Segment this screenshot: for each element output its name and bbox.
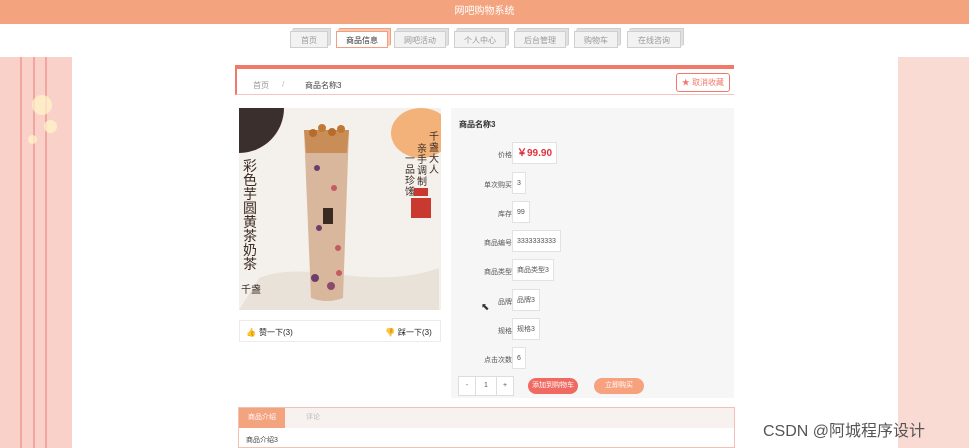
image-text-right-3: 一品珍馐 bbox=[405, 154, 415, 198]
decor-line bbox=[20, 57, 22, 448]
tab-cart[interactable]: 购物车 bbox=[574, 31, 618, 48]
stock-label: 库存: bbox=[498, 211, 514, 218]
increment-button[interactable]: + bbox=[497, 377, 513, 395]
decrement-button[interactable]: - bbox=[459, 377, 475, 395]
decor-dot bbox=[28, 135, 37, 144]
quantity-stepper: -1 + bbox=[458, 376, 514, 396]
product-image: 彩色芋圆黄茶奶茶 千盏大人 亲手调制 一品珍馐 千盏 bbox=[239, 108, 441, 310]
breadcrumb-separator: / bbox=[282, 80, 285, 89]
star-icon: ★ bbox=[681, 78, 690, 87]
scallop-edge bbox=[66, 57, 72, 448]
quantity-input[interactable]: 1 bbox=[475, 377, 497, 395]
image-text-left: 彩色芋圆黄茶奶茶 bbox=[243, 159, 257, 273]
app-header: 网吧购物系统 bbox=[0, 0, 969, 24]
unfavorite-label: 取消收藏 bbox=[692, 78, 724, 87]
breadcrumb-current: 商品名称3 bbox=[305, 81, 342, 90]
spec-value: 规格3 bbox=[512, 318, 540, 340]
product-detail-section: 商品介绍 评论 商品介绍3 bbox=[238, 407, 735, 448]
price-value: ￥99.90 bbox=[512, 142, 558, 164]
single-buy-label: 单次购买: bbox=[484, 182, 514, 189]
tab-activities[interactable]: 网吧活动 bbox=[394, 31, 446, 48]
breadcrumb-home[interactable]: 首页 bbox=[253, 80, 269, 91]
tab-consult[interactable]: 在线咨询 bbox=[627, 31, 681, 48]
product-name: 商品名称3 bbox=[459, 120, 496, 129]
unfavorite-button[interactable]: ★ 取消收藏 bbox=[675, 73, 730, 92]
app-title: 网吧购物系统 bbox=[454, 6, 515, 17]
mouse-cursor-icon: ⬉ bbox=[481, 302, 490, 313]
vote-bar: 👍 赞一下(3) 👎 踩一下(3) bbox=[239, 320, 441, 342]
add-to-cart-button[interactable]: 添加到购物车 bbox=[528, 378, 578, 394]
image-text-right-1: 千盏大人 bbox=[429, 132, 439, 176]
product-code-value: 3333333333 bbox=[512, 230, 561, 252]
thumbs-up-icon: 👍 bbox=[246, 328, 256, 337]
dislike-button[interactable]: 👎 踩一下(3) bbox=[385, 327, 432, 338]
detail-content: 商品介绍3 bbox=[246, 437, 278, 444]
tab-profile[interactable]: 个人中心 bbox=[454, 31, 506, 48]
like-label: 赞一下(3) bbox=[258, 328, 293, 337]
decor-line bbox=[33, 57, 35, 448]
tab-intro[interactable]: 商品介绍 bbox=[239, 408, 285, 428]
main-nav: 首页 商品信息 网吧活动 个人中心 后台管理 购物车 在线咨询 bbox=[0, 29, 969, 51]
price-label: 价格: bbox=[498, 152, 514, 159]
buy-now-button[interactable]: 立即购买 bbox=[594, 378, 644, 394]
product-type-label: 商品类型: bbox=[484, 269, 514, 276]
clicks-label: 点击次数: bbox=[484, 357, 514, 364]
image-text-right-2: 亲手调制 bbox=[417, 144, 427, 188]
image-brand: 千盏 bbox=[241, 285, 261, 296]
like-button[interactable]: 👍 赞一下(3) bbox=[246, 327, 293, 338]
thumbs-down-icon: 👎 bbox=[385, 328, 395, 337]
decor-dot bbox=[32, 95, 52, 115]
product-code-label: 商品编号: bbox=[484, 240, 514, 247]
breadcrumb: 首页 / 商品名称3 ★ 取消收藏 bbox=[235, 65, 734, 95]
stock-value: 99 bbox=[512, 201, 530, 223]
milk-tea-illustration bbox=[239, 124, 439, 310]
right-decoration bbox=[898, 57, 969, 448]
decor-dot bbox=[44, 120, 57, 133]
brand-value: 品牌3 bbox=[512, 289, 540, 311]
tab-products[interactable]: 商品信息 bbox=[336, 31, 388, 48]
product-info-panel: 商品名称3 价格: ￥99.90 单次购买: 3 库存: 99 商品编号: 33… bbox=[451, 108, 734, 398]
decor-line bbox=[45, 57, 47, 448]
dislike-label: 踩一下(3) bbox=[397, 328, 432, 337]
detail-tabs: 商品介绍 评论 bbox=[239, 408, 734, 428]
tab-comments[interactable]: 评论 bbox=[297, 408, 329, 428]
spec-label: 规格: bbox=[498, 328, 514, 335]
product-type-value: 商品类型3 bbox=[512, 259, 554, 281]
tab-home[interactable]: 首页 bbox=[290, 31, 328, 48]
left-decoration bbox=[0, 57, 72, 448]
clicks-value: 6 bbox=[512, 347, 526, 369]
tab-admin[interactable]: 后台管理 bbox=[514, 31, 566, 48]
scallop-edge bbox=[898, 57, 904, 448]
watermark: CSDN @阿城程序设计 bbox=[763, 423, 926, 440]
single-buy-value: 3 bbox=[512, 172, 526, 194]
